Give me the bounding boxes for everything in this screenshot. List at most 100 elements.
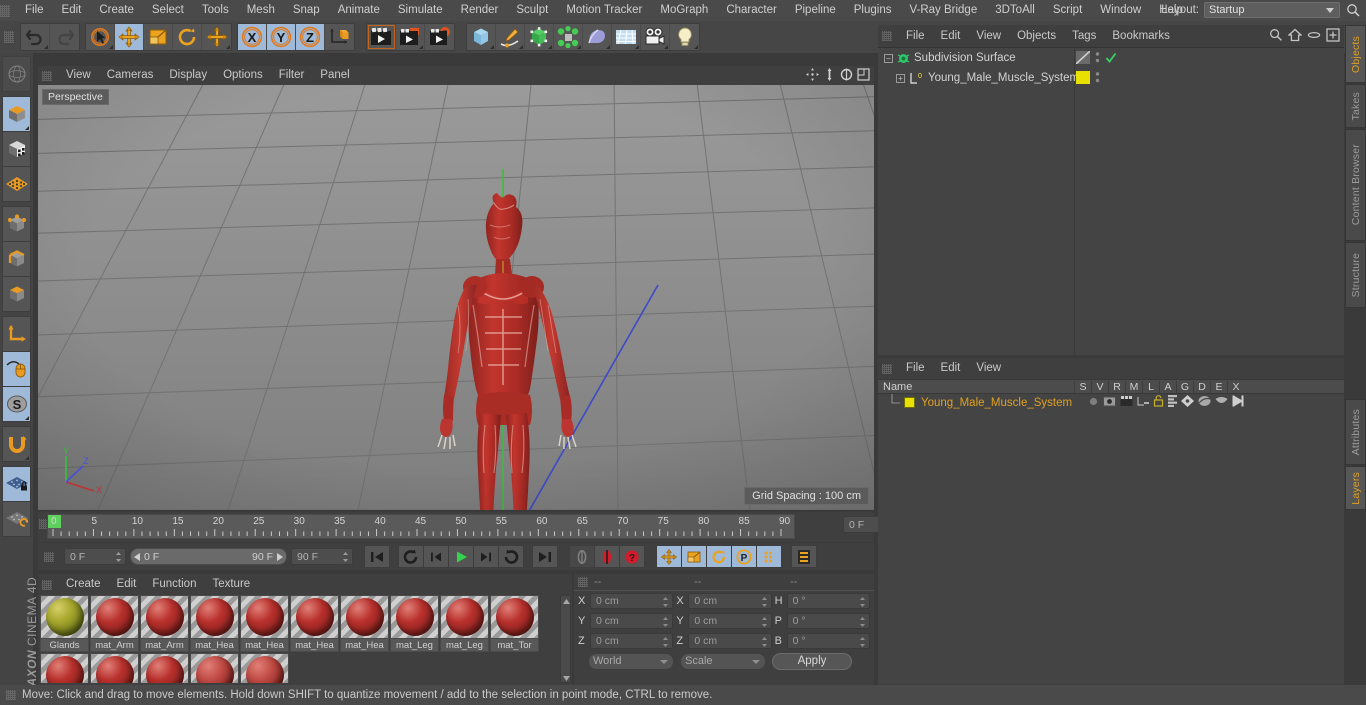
layer-column-m[interactable]: M [1125, 380, 1142, 393]
material-scrollbar[interactable] [560, 595, 571, 683]
object-menu-bookmarks[interactable]: Bookmarks [1104, 25, 1178, 47]
menu-item-v-ray-bridge[interactable]: V-Ray Bridge [900, 0, 986, 21]
key-scale-icon[interactable] [681, 545, 707, 568]
spline-pen-icon[interactable] [496, 24, 525, 50]
layer-column-d[interactable]: D [1193, 380, 1210, 393]
zoom-view-icon[interactable] [823, 68, 836, 84]
spinner-icon[interactable] [761, 616, 768, 628]
undo-icon[interactable] [21, 24, 50, 50]
layer-manager-grip-handle[interactable] [882, 363, 892, 374]
pan-view-icon[interactable] [806, 68, 819, 84]
material-menu-function[interactable]: Function [144, 574, 204, 595]
viewport-menu-panel[interactable]: Panel [312, 66, 357, 85]
material-swatch[interactable]: mat_Hea [240, 595, 289, 653]
range-left-arrow-icon[interactable] [134, 552, 141, 561]
workplane-icon[interactable]: S [2, 386, 31, 422]
preview-range-slider[interactable]: 0 F 90 F [130, 548, 287, 565]
key-parameter-icon[interactable]: P [731, 545, 757, 568]
tab-structure[interactable]: Structure [1345, 242, 1366, 308]
material-swatch[interactable]: mat_Arm [90, 595, 139, 653]
menu-item-tools[interactable]: Tools [193, 0, 238, 21]
menu-item-motion-tracker[interactable]: Motion Tracker [557, 0, 651, 21]
apply-button[interactable]: Apply [772, 652, 852, 670]
layer-animation-icon[interactable] [1168, 395, 1178, 410]
polygons-mode-icon[interactable] [2, 276, 31, 312]
layer-color-swatch[interactable] [904, 397, 915, 408]
position-z-field[interactable]: 0 cm [590, 633, 674, 649]
fit-icon[interactable] [1326, 28, 1340, 45]
transport-grip-handle[interactable] [44, 551, 54, 562]
menu-item-window[interactable]: Window [1091, 0, 1150, 21]
menu-item-mesh[interactable]: Mesh [238, 0, 284, 21]
live-selection-icon[interactable] [86, 24, 115, 50]
visibility-dots-icon[interactable] [1095, 71, 1100, 87]
mograph-icon[interactable] [554, 24, 583, 50]
viewport-menu-filter[interactable]: Filter [271, 66, 313, 85]
spinner-icon[interactable] [115, 551, 122, 563]
material-swatch[interactable]: mat_Leg [390, 595, 439, 653]
spinner-icon[interactable] [859, 596, 866, 608]
material-grip-handle[interactable] [42, 579, 52, 590]
coordinate-mode-dropdown[interactable]: Scale [680, 652, 766, 670]
coordinates-grip-handle[interactable] [578, 577, 588, 587]
enabled-check-icon[interactable] [1105, 52, 1117, 67]
object-row-subdivision-surface[interactable]: – Subdivision Surface [878, 48, 1344, 68]
layer-render-icon[interactable] [1120, 395, 1133, 410]
play-reverse-loop-icon[interactable] [398, 545, 424, 568]
menu-item-character[interactable]: Character [717, 0, 786, 21]
camera-icon[interactable] [641, 24, 670, 50]
material-menu-edit[interactable]: Edit [109, 574, 145, 595]
deformer-icon[interactable] [583, 24, 612, 50]
menu-item-script[interactable]: Script [1044, 0, 1091, 21]
material-menu-create[interactable]: Create [58, 574, 109, 595]
layer-solo-icon[interactable] [1088, 396, 1099, 410]
record-active-objects-icon[interactable] [569, 545, 595, 568]
menu-grip-handle[interactable] [0, 4, 10, 17]
axis-modify-icon[interactable] [2, 316, 31, 352]
size-z-field[interactable]: 0 cm [688, 633, 772, 649]
generator-icon[interactable] [525, 24, 554, 50]
render-region-icon[interactable] [396, 24, 425, 50]
menu-item-render[interactable]: Render [452, 0, 508, 21]
menu-item-simulate[interactable]: Simulate [389, 0, 452, 21]
menu-item-snap[interactable]: Snap [284, 0, 329, 21]
rotation-h-field[interactable]: 0 ° [786, 593, 870, 609]
expander-plus-icon[interactable]: + [896, 73, 905, 83]
position-y-field[interactable]: 0 cm [590, 613, 674, 629]
viewport-grip-handle[interactable] [42, 70, 52, 81]
perspective-viewport[interactable]: Perspective Grid Spacing : 100 cm Y X Z [38, 85, 874, 510]
menu-item-sculpt[interactable]: Sculpt [507, 0, 557, 21]
viewport-menu-display[interactable]: Display [161, 66, 215, 85]
model-mode-icon[interactable] [2, 96, 31, 132]
menu-item-plugins[interactable]: Plugins [845, 0, 901, 21]
status-grip-handle[interactable] [6, 690, 16, 700]
light-icon[interactable] [670, 24, 699, 50]
viewport-menu-view[interactable]: View [58, 66, 99, 85]
layout-dropdown[interactable]: Startup [1204, 2, 1340, 18]
rotate-view-icon[interactable] [840, 68, 853, 84]
range-right-arrow-icon[interactable] [276, 552, 283, 561]
size-x-field[interactable]: 0 cm [688, 593, 772, 609]
make-editable-icon[interactable] [2, 56, 31, 92]
layer-xref-icon[interactable] [1232, 395, 1244, 410]
play-loop-icon[interactable] [498, 545, 524, 568]
cube-primitive-icon[interactable] [467, 24, 496, 50]
object-row-young-male-muscle-system[interactable]: + 0 Young_Male_Muscle_System [878, 68, 1344, 88]
layer-column-r[interactable]: R [1108, 380, 1125, 393]
move-alt-icon[interactable] [202, 24, 231, 50]
spinner-icon[interactable] [662, 596, 669, 608]
material-swatch[interactable] [140, 653, 189, 683]
material-swatch[interactable]: mat_Hea [340, 595, 389, 653]
current-frame-field[interactable]: 0 F [64, 548, 126, 565]
viewport-menu-cameras[interactable]: Cameras [99, 66, 162, 85]
layer-menu-edit[interactable]: Edit [933, 358, 969, 379]
layer-view-icon[interactable] [1103, 396, 1117, 410]
spinner-icon[interactable] [342, 551, 349, 563]
environment-icon[interactable] [612, 24, 641, 50]
visibility-dots-icon[interactable] [1095, 51, 1100, 67]
end-frame-field[interactable]: 90 F [291, 548, 353, 565]
axis-z-icon[interactable]: Z [296, 24, 325, 50]
play-forward-icon[interactable] [448, 545, 474, 568]
render-settings-icon[interactable] [425, 24, 454, 50]
polygon-mode-icon[interactable] [2, 166, 31, 202]
